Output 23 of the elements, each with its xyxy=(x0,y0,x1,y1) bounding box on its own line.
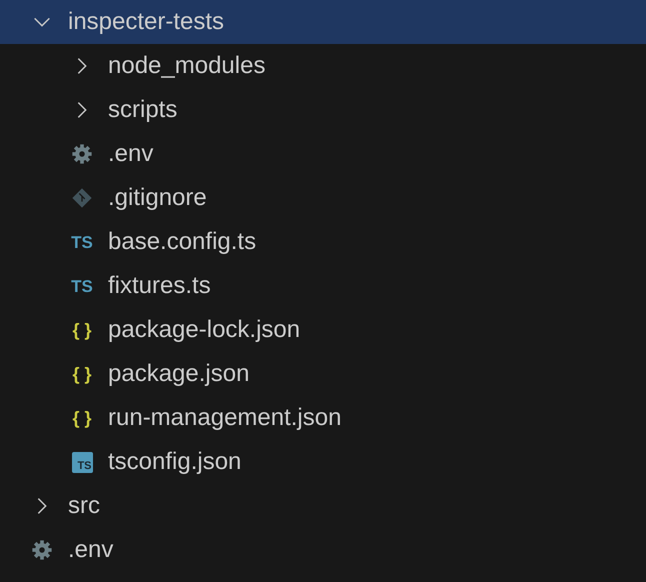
file-name: fixtures.ts xyxy=(108,274,211,298)
diamond-icon xyxy=(71,187,93,209)
file-name: .gitignore xyxy=(108,186,207,210)
gear-icon xyxy=(71,143,93,165)
file-name: .env xyxy=(68,538,114,562)
file-name: run-management.json xyxy=(108,406,342,430)
folder-row[interactable]: inspecter-tests xyxy=(0,0,646,44)
file-name: package-lock.json xyxy=(108,318,300,342)
folder-name: inspecter-tests xyxy=(68,10,224,34)
folder-name: node_modules xyxy=(108,54,266,78)
braces-icon: { } xyxy=(72,321,92,339)
folder-name: scripts xyxy=(108,98,178,122)
folder-name: src xyxy=(68,494,100,518)
ts-icon: TS xyxy=(71,278,93,294)
ts-config-icon: TS xyxy=(72,452,92,472)
file-name: .env xyxy=(108,142,154,166)
gear-icon xyxy=(31,539,53,561)
file-name: base.config.ts xyxy=(108,230,256,254)
ts-icon: TS xyxy=(71,234,93,250)
file-name: package.json xyxy=(108,362,250,386)
braces-icon: { } xyxy=(72,365,92,383)
braces-icon: { } xyxy=(72,409,92,427)
file-name: tsconfig.json xyxy=(108,450,242,474)
